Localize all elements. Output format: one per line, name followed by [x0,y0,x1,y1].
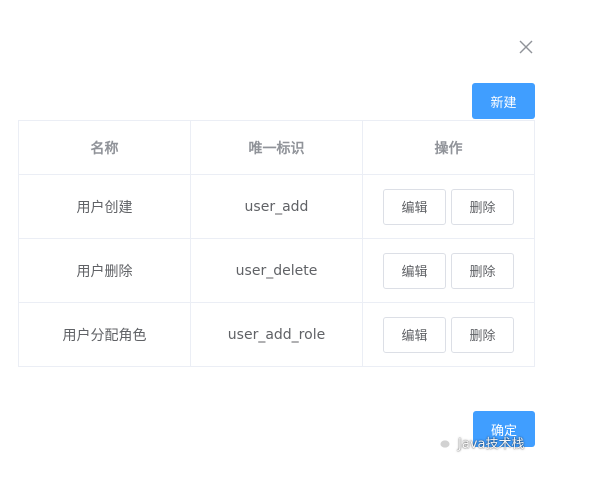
cell-name: 用户分配角色 [19,303,191,367]
edit-button[interactable]: 编辑 [383,252,446,289]
table-row: 用户删除 user_delete 编辑 删除 [19,239,535,303]
delete-button[interactable]: 删除 [451,316,514,353]
header-name: 名称 [19,121,191,175]
cell-identifier: user_add [191,175,363,239]
table-row: 用户创建 user_add 编辑 删除 [19,175,535,239]
table-row: 用户分配角色 user_add_role 编辑 删除 [19,303,535,367]
header-identifier: 唯一标识 [191,121,363,175]
delete-button[interactable]: 删除 [451,252,514,289]
cell-identifier: user_delete [191,239,363,303]
watermark-text: Java技术栈 [458,436,525,452]
cell-name: 用户创建 [19,175,191,239]
cell-actions: 编辑 删除 [363,303,535,367]
cell-actions: 编辑 删除 [363,175,535,239]
table-header-row: 名称 唯一标识 操作 [19,121,535,175]
new-button[interactable]: 新建 [472,83,535,119]
delete-button[interactable]: 删除 [451,188,514,225]
cell-name: 用户删除 [19,239,191,303]
wechat-icon [432,434,451,449]
watermark: Java技术栈 [432,431,524,453]
cell-actions: 编辑 删除 [363,239,535,303]
close-icon[interactable] [517,38,535,56]
edit-button[interactable]: 编辑 [383,316,446,353]
edit-button[interactable]: 编辑 [383,188,446,225]
cell-identifier: user_add_role [191,303,363,367]
header-actions: 操作 [363,121,535,175]
permission-table: 名称 唯一标识 操作 用户创建 user_add 编辑 删除 用户删除 user… [18,120,535,367]
